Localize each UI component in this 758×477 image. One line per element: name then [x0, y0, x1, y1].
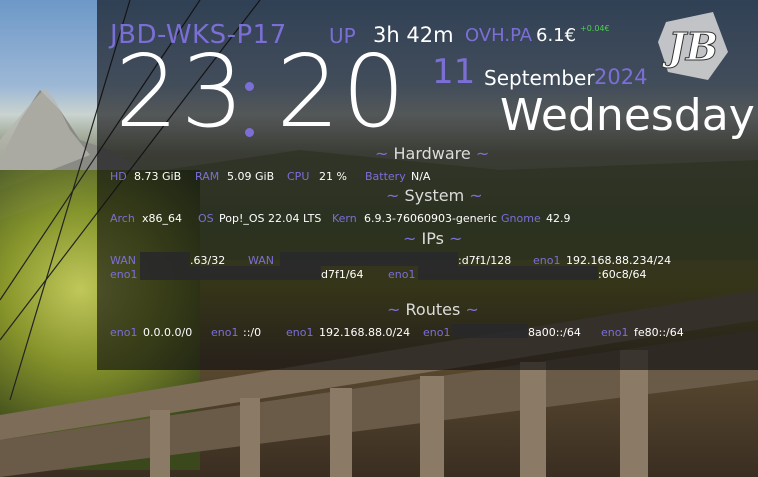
hd-label: HD — [110, 170, 127, 183]
jb-logo: JB — [658, 12, 728, 80]
section-hardware-title: ~ Hardware ~ — [375, 144, 490, 163]
ram-label: RAM — [195, 170, 220, 183]
section-routes-title: ~ Routes ~ — [387, 300, 479, 319]
battery-value: N/A — [411, 170, 431, 183]
clock-hours: 23 — [115, 33, 247, 150]
route-label: eno1 — [601, 326, 629, 339]
gnome-value: 42.9 — [546, 212, 571, 225]
clock-minutes: 20 — [276, 33, 408, 150]
route-label: eno1 — [110, 326, 138, 339]
gnome-label: Gnome — [501, 212, 541, 225]
ram-value: 5.09 GiB — [227, 170, 275, 183]
hd-value: 8.73 GiB — [134, 170, 182, 183]
uptime-label: UP — [329, 24, 356, 48]
arch-value: x86_64 — [142, 212, 183, 225]
eno1-ipv6-temp-value: :60c8/64 — [598, 268, 647, 281]
uptime-value: 3h 42m — [373, 23, 454, 47]
os-value: Pop!_OS 22.04 LTS — [219, 212, 322, 225]
clock-colon-dot-bottom — [245, 128, 254, 137]
date-year: 2024 — [594, 65, 648, 89]
route-value: ::/0 — [243, 326, 262, 339]
redacted-block — [140, 252, 190, 266]
os-label: OS — [198, 212, 214, 225]
stock-symbol: OVH.PA — [465, 25, 533, 46]
battery-label: Battery — [365, 170, 406, 183]
redacted-block — [140, 266, 321, 280]
svg-text:JB: JB — [662, 24, 718, 69]
route-label: eno1 — [423, 326, 451, 339]
eno1-ipv6-temp-label: eno1 — [388, 268, 416, 281]
kernel-label: Kern — [332, 212, 357, 225]
cpu-label: CPU — [287, 170, 310, 183]
route-value: fe80::/64 — [634, 326, 684, 339]
clock-colon-dot-top — [245, 82, 254, 91]
route-value: 0.0.0.0/0 — [143, 326, 193, 339]
date-weekday: Wednesday — [500, 90, 755, 141]
route-value: 192.168.88.0/24 — [319, 326, 411, 339]
section-ips-title: ~ IPs ~ — [403, 229, 463, 248]
redacted-block — [452, 324, 528, 338]
clock: 23 20 — [115, 42, 408, 142]
redacted-block — [418, 266, 598, 280]
eno1-ipv6-label: eno1 — [110, 268, 138, 281]
date-day: 11 — [432, 52, 476, 92]
cpu-value: 21 % — [319, 170, 347, 183]
redacted-block — [280, 252, 458, 266]
stock-price: 6.1€ — [536, 25, 577, 46]
eno1-ipv6-value: d7f1/64 — [321, 268, 364, 281]
route-label: eno1 — [286, 326, 314, 339]
date-month: September — [484, 66, 595, 90]
kernel-value: 6.9.3-76060903-generic — [364, 212, 498, 225]
route-label: eno1 — [211, 326, 239, 339]
section-system-title: ~ System ~ — [386, 186, 483, 205]
wan-ipv4-label: WAN — [110, 254, 137, 267]
arch-label: Arch — [110, 212, 135, 225]
stock-change: +0.04€ — [580, 24, 610, 33]
route-value: 8a00::/64 — [528, 326, 581, 339]
